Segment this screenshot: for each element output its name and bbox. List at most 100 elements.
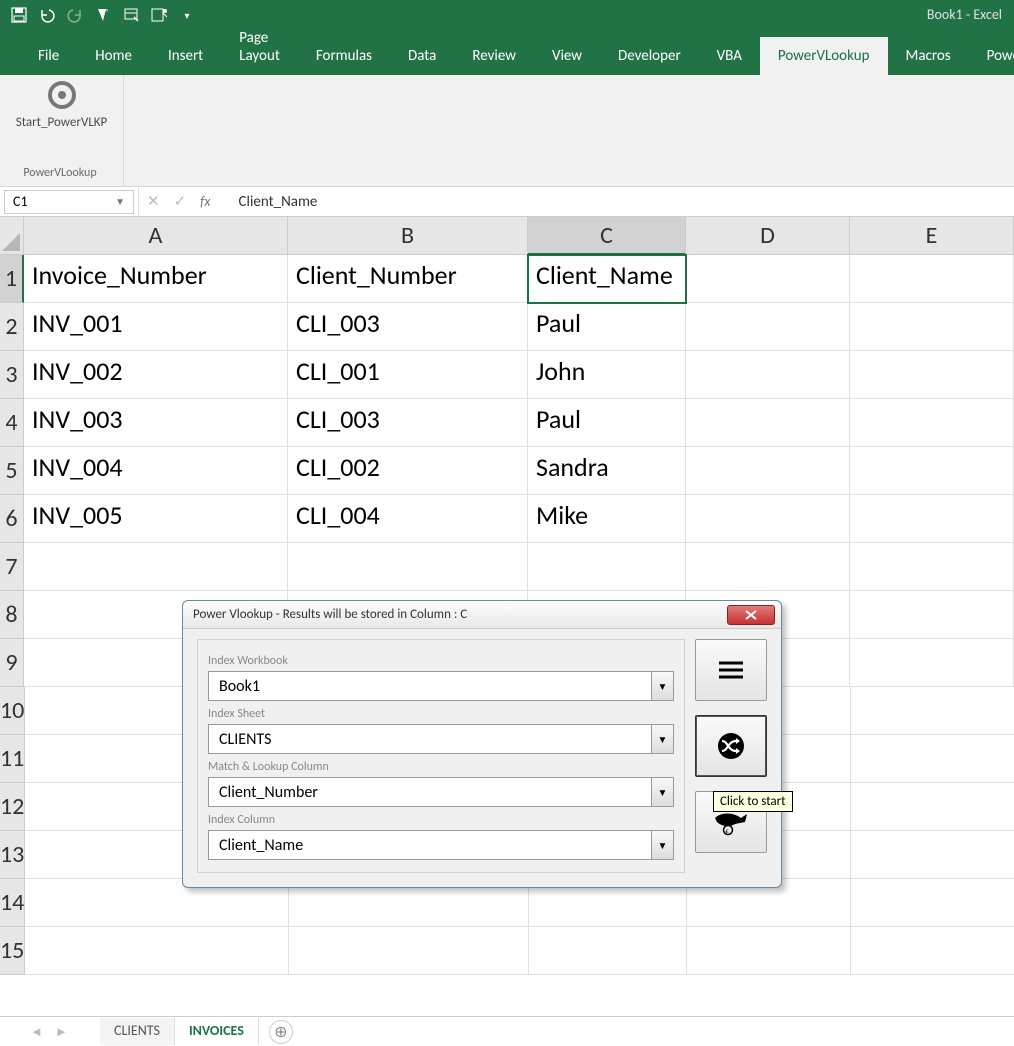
sheet-tab-invoices[interactable]: INVOICES (175, 1018, 259, 1046)
field-index-workbook[interactable] (208, 671, 652, 701)
select-all-corner[interactable] (0, 217, 24, 255)
tab-insert[interactable]: Insert (150, 37, 221, 75)
column-header-B[interactable]: B (288, 217, 528, 255)
tab-page-layout[interactable]: Page Layout (221, 19, 298, 75)
field-index-sheet[interactable] (208, 724, 652, 754)
sheet-nav[interactable]: ◄ ► (0, 1024, 100, 1040)
touch-mode-icon[interactable]: ^ (94, 6, 112, 24)
formula-input[interactable]: Client_Name (229, 193, 1014, 211)
new-sheet-button[interactable]: ⊕ (269, 1020, 293, 1044)
cell-C15[interactable] (529, 927, 687, 975)
cell-E8[interactable] (850, 591, 1014, 639)
sheet-nav-prev-icon[interactable]: ◄ (30, 1024, 43, 1040)
cell-A4[interactable]: INV_003 (24, 399, 288, 447)
cell-E11[interactable] (851, 735, 1014, 783)
tab-powe[interactable]: Powe (969, 37, 1014, 75)
start-powervlkp-button[interactable]: Start_PowerVLKP (16, 79, 108, 130)
cell-C1[interactable]: Client_Name (528, 255, 686, 303)
cell-B7[interactable] (288, 543, 528, 591)
redo-icon[interactable] (66, 6, 84, 24)
row-header[interactable]: 12 (0, 783, 25, 831)
cell-D15[interactable] (687, 927, 851, 975)
cell-A2[interactable]: INV_001 (24, 303, 288, 351)
chevron-down-icon[interactable]: ▼ (115, 195, 125, 208)
cell-E10[interactable] (851, 687, 1014, 735)
cell-E14[interactable] (851, 879, 1014, 927)
cell-B15[interactable] (289, 927, 529, 975)
sheet-tab-clients[interactable]: CLIENTS (100, 1018, 175, 1045)
tab-macros[interactable]: Macros (888, 37, 969, 75)
cell-B3[interactable]: CLI_001 (288, 351, 528, 399)
tab-formulas[interactable]: Formulas (298, 37, 390, 75)
cell-E3[interactable] (850, 351, 1014, 399)
cell-A5[interactable]: INV_004 (24, 447, 288, 495)
row-header[interactable]: 8 (0, 591, 24, 639)
row-header[interactable]: 11 (0, 735, 25, 783)
spelling-icon[interactable] (150, 6, 168, 24)
column-header-A[interactable]: A (24, 217, 288, 255)
row-header[interactable]: 9 (0, 639, 24, 687)
chevron-down-icon[interactable]: ▼ (652, 777, 674, 807)
undo-icon[interactable] (38, 6, 56, 24)
tab-developer[interactable]: Developer (600, 37, 699, 75)
row-header[interactable]: 7 (0, 543, 24, 591)
cell-E15[interactable] (851, 927, 1014, 975)
cell-B2[interactable]: CLI_003 (288, 303, 528, 351)
tab-vba[interactable]: VBA (699, 37, 760, 75)
cell-C5[interactable]: Sandra (528, 447, 686, 495)
row-header[interactable]: 1 (0, 255, 24, 303)
cell-E6[interactable] (850, 495, 1014, 543)
save-icon[interactable] (10, 6, 28, 24)
cell-D7[interactable] (686, 543, 850, 591)
cell-D2[interactable] (686, 303, 850, 351)
close-button[interactable] (727, 605, 775, 625)
tab-view[interactable]: View (534, 37, 600, 75)
chevron-down-icon[interactable]: ▼ (652, 724, 674, 754)
field-match-lookup-column[interactable] (208, 777, 652, 807)
cell-D1[interactable] (686, 255, 850, 303)
cell-C7[interactable] (528, 543, 686, 591)
cell-C3[interactable]: John (528, 351, 686, 399)
row-header[interactable]: 2 (0, 303, 24, 351)
cell-B4[interactable]: CLI_003 (288, 399, 528, 447)
sheet-nav-next-icon[interactable]: ► (55, 1024, 68, 1040)
cell-A3[interactable]: INV_002 (24, 351, 288, 399)
cell-B6[interactable]: CLI_004 (288, 495, 528, 543)
cell-A7[interactable] (24, 543, 288, 591)
chevron-down-icon[interactable]: ▼ (652, 671, 674, 701)
dialog-titlebar[interactable]: Power Vlookup - Results will be stored i… (183, 601, 781, 629)
fx-icon[interactable]: fx (200, 193, 220, 210)
tab-powervlookup[interactable]: PowerVLookup (760, 37, 888, 75)
cell-E12[interactable] (851, 783, 1014, 831)
cell-C2[interactable]: Paul (528, 303, 686, 351)
cell-A15[interactable] (25, 927, 289, 975)
cancel-icon[interactable]: ✕ (147, 192, 160, 211)
row-header[interactable]: 3 (0, 351, 24, 399)
row-header[interactable]: 6 (0, 495, 24, 543)
cell-E5[interactable] (850, 447, 1014, 495)
cell-B5[interactable]: CLI_002 (288, 447, 528, 495)
tab-review[interactable]: Review (454, 37, 534, 75)
cell-E13[interactable] (851, 831, 1014, 879)
cell-E9[interactable] (850, 639, 1014, 687)
cell-A1[interactable]: Invoice_Number (24, 255, 288, 303)
menu-button[interactable] (695, 639, 767, 701)
cell-E4[interactable] (850, 399, 1014, 447)
cell-E2[interactable] (850, 303, 1014, 351)
row-header[interactable]: 14 (0, 879, 25, 927)
row-header[interactable]: 4 (0, 399, 24, 447)
row-header[interactable]: 13 (0, 831, 25, 879)
start-button[interactable] (695, 715, 767, 777)
row-header[interactable]: 5 (0, 447, 24, 495)
cell-C4[interactable]: Paul (528, 399, 686, 447)
cell-B1[interactable]: Client_Number (288, 255, 528, 303)
column-header-E[interactable]: E (850, 217, 1014, 255)
cell-C6[interactable]: Mike (528, 495, 686, 543)
column-header-C[interactable]: C (528, 217, 686, 255)
quick-print-icon[interactable] (122, 6, 140, 24)
cell-D3[interactable] (686, 351, 850, 399)
cell-D5[interactable] (686, 447, 850, 495)
cell-D4[interactable] (686, 399, 850, 447)
enter-icon[interactable]: ✓ (174, 192, 187, 211)
chevron-down-icon[interactable]: ▼ (652, 830, 674, 860)
